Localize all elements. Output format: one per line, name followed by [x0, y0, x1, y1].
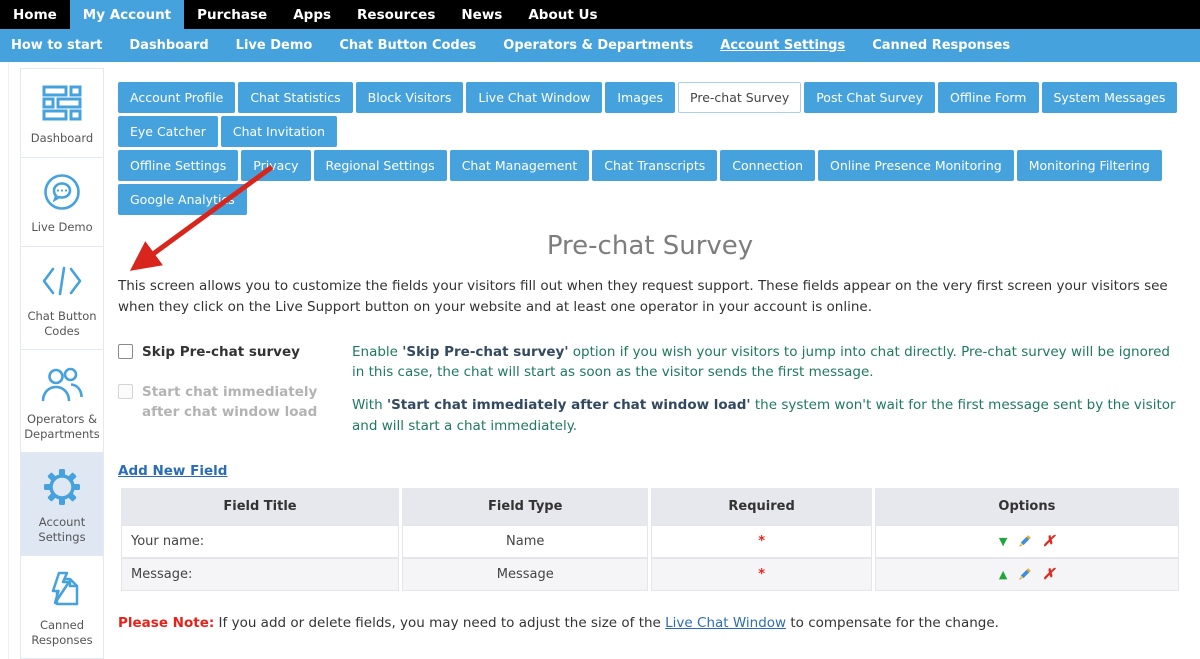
main-content: Account Profile Chat Statistics Block Vi… [104, 62, 1200, 644]
sidebar-item-operators-departments[interactable]: Operators & Departments [20, 349, 104, 453]
edit-pencil-icon[interactable] [1017, 567, 1032, 582]
survey-options: Skip Pre-chat survey Start chat immediat… [118, 342, 1182, 449]
tab-offline-settings[interactable]: Offline Settings [118, 150, 238, 181]
sidebar-item-canned-responses[interactable]: Canned Responses [20, 555, 104, 659]
tab-connection[interactable]: Connection [720, 150, 815, 181]
delete-x-icon[interactable]: ✗ [1042, 567, 1055, 582]
top-nav: Home My Account Purchase Apps Resources … [0, 0, 1200, 29]
tab-pre-chat-survey[interactable]: Pre-chat Survey [678, 82, 801, 113]
fields-table: Field Title Field Type Required Options … [118, 488, 1182, 591]
start-help-text: With 'Start chat immediately after chat … [352, 395, 1182, 436]
intro-text: This screen allows you to customize the … [118, 276, 1182, 318]
sub-nav-account-settings[interactable]: Account Settings [720, 38, 845, 53]
tab-system-messages[interactable]: System Messages [1042, 82, 1178, 113]
tab-privacy[interactable]: Privacy [241, 150, 310, 181]
tab-chat-transcripts[interactable]: Chat Transcripts [592, 150, 717, 181]
settings-tabs-row1: Account Profile Chat Statistics Block Vi… [118, 82, 1182, 147]
start-chat-option: Start chat immediately after chat window… [118, 382, 352, 423]
fields-table-header: Field Title Field Type Required Options [121, 488, 1179, 525]
sub-nav-chat-button-codes[interactable]: Chat Button Codes [339, 38, 476, 53]
tab-google-analytics[interactable]: Google Analytics [118, 184, 247, 215]
col-field-title: Field Title [121, 488, 399, 525]
sub-nav: How to start Dashboard Live Demo Chat Bu… [0, 29, 1200, 62]
code-brackets-icon [23, 260, 101, 302]
sub-nav-canned-responses[interactable]: Canned Responses [872, 38, 1010, 53]
tab-images[interactable]: Images [605, 82, 675, 113]
sidebar-label-dashboard: Dashboard [23, 131, 101, 146]
add-new-field-link[interactable]: Add New Field [118, 463, 227, 479]
top-nav-purchase[interactable]: Purchase [184, 0, 280, 29]
tab-account-profile[interactable]: Account Profile [118, 82, 235, 113]
table-row-message: Message: Message * ▲ [121, 558, 1179, 591]
sidebar: Dashboard Live Demo [8, 62, 104, 659]
sidebar-item-dashboard[interactable]: Dashboard [20, 68, 104, 158]
sidebar-label-live-demo: Live Demo [23, 220, 101, 235]
delete-x-icon[interactable]: ✗ [1042, 534, 1055, 549]
sidebar-label-account-settings: Account Settings [23, 515, 101, 545]
sidebar-label-operators-departments: Operators & Departments [23, 412, 101, 442]
options-checkbox-column: Skip Pre-chat survey Start chat immediat… [118, 342, 352, 449]
please-note: Please Note: If you add or delete fields… [118, 615, 1182, 631]
tab-online-presence-monitoring[interactable]: Online Presence Monitoring [818, 150, 1014, 181]
tab-offline-form[interactable]: Offline Form [938, 82, 1038, 113]
sub-nav-operators-departments[interactable]: Operators & Departments [503, 38, 693, 53]
sidebar-item-live-demo[interactable]: Live Demo [20, 157, 104, 247]
tab-monitoring-filtering[interactable]: Monitoring Filtering [1017, 150, 1162, 181]
gear-icon [23, 466, 101, 508]
options-help-column: Enable 'Skip Pre-chat survey' option if … [352, 342, 1182, 449]
skip-prechat-checkbox[interactable] [118, 344, 133, 359]
two-people-icon [23, 363, 101, 405]
field-title-cell: Your name: [121, 525, 399, 558]
start-chat-label: Start chat immediately after chat window… [142, 382, 352, 423]
page-title: Pre-chat Survey [118, 231, 1182, 261]
field-type-cell: Message [402, 558, 649, 591]
sidebar-label-chat-button-codes: Chat Button Codes [23, 309, 101, 339]
sidebar-item-chat-button-codes[interactable]: Chat Button Codes [20, 246, 104, 350]
tab-chat-statistics[interactable]: Chat Statistics [238, 82, 352, 113]
col-options: Options [875, 488, 1179, 525]
top-nav-my-account[interactable]: My Account [70, 0, 184, 29]
tab-eye-catcher[interactable]: Eye Catcher [118, 116, 218, 147]
skip-prechat-label: Skip Pre-chat survey [142, 342, 300, 362]
tab-regional-settings[interactable]: Regional Settings [314, 150, 447, 181]
top-nav-apps[interactable]: Apps [280, 0, 344, 29]
field-type-cell: Name [402, 525, 649, 558]
tab-chat-management[interactable]: Chat Management [450, 150, 590, 181]
tab-block-visitors[interactable]: Block Visitors [356, 82, 464, 113]
skip-prechat-option: Skip Pre-chat survey [118, 342, 352, 362]
tab-live-chat-window[interactable]: Live Chat Window [466, 82, 602, 113]
lightning-page-icon [23, 569, 101, 611]
tab-chat-invitation[interactable]: Chat Invitation [221, 116, 337, 147]
move-down-icon[interactable]: ▼ [999, 535, 1007, 548]
sub-nav-dashboard[interactable]: Dashboard [129, 38, 208, 53]
required-asterisk: * [651, 525, 871, 558]
col-field-type: Field Type [402, 488, 649, 525]
settings-tabs-row2: Offline Settings Privacy Regional Settin… [118, 150, 1182, 215]
live-demo-icon [23, 171, 101, 213]
skip-help-text: Enable 'Skip Pre-chat survey' option if … [352, 342, 1182, 383]
field-title-cell: Message: [121, 558, 399, 591]
tab-post-chat-survey[interactable]: Post Chat Survey [804, 82, 935, 113]
required-asterisk: * [651, 558, 871, 591]
live-chat-window-link[interactable]: Live Chat Window [665, 615, 786, 631]
start-chat-checkbox [118, 384, 133, 399]
move-up-icon[interactable]: ▲ [999, 568, 1007, 581]
sidebar-item-account-settings[interactable]: Account Settings [20, 452, 104, 556]
table-row-your-name: Your name: Name * ▼ [121, 525, 1179, 558]
sub-nav-how-to-start[interactable]: How to start [11, 38, 102, 53]
col-required: Required [651, 488, 871, 525]
sidebar-label-canned-responses: Canned Responses [23, 618, 101, 648]
top-nav-news[interactable]: News [448, 0, 515, 29]
top-nav-home[interactable]: Home [0, 0, 70, 29]
please-note-label: Please Note: [118, 615, 214, 631]
dashboard-icon [23, 82, 101, 124]
sub-nav-live-demo[interactable]: Live Demo [236, 38, 313, 53]
top-nav-resources[interactable]: Resources [344, 0, 448, 29]
top-nav-about-us[interactable]: About Us [515, 0, 610, 29]
edit-pencil-icon[interactable] [1017, 534, 1032, 549]
